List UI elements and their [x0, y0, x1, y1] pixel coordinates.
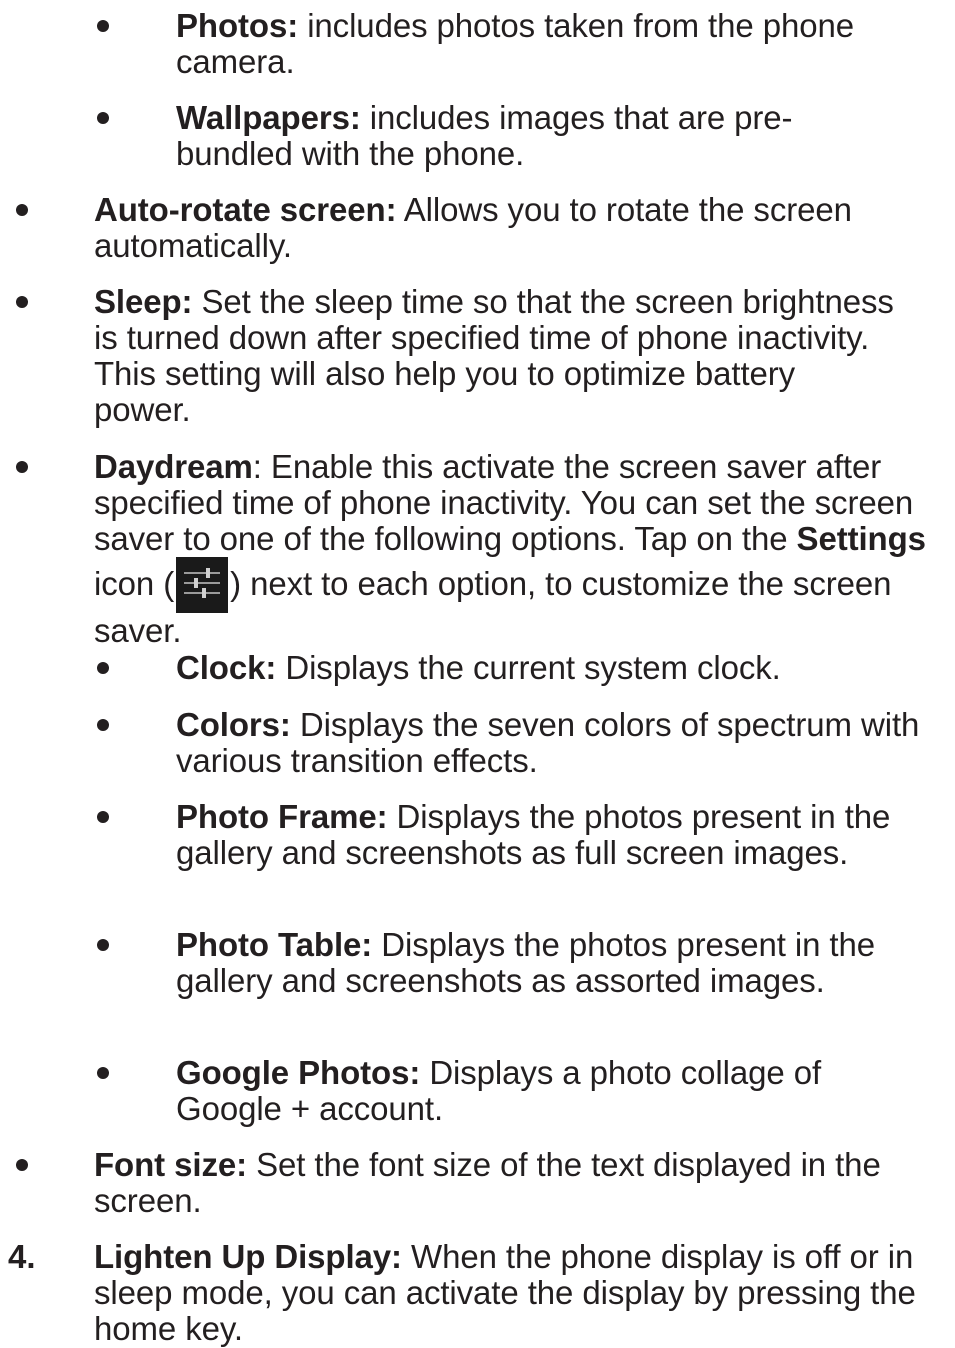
bullet: [16, 1159, 28, 1171]
list-item-photo-frame: Photo Frame: Displays the photos present…: [176, 799, 896, 871]
settings-word: Settings: [796, 520, 926, 557]
list-item-clock: Clock: Displays the current system clock…: [176, 650, 946, 686]
bullet: [97, 939, 109, 951]
item-text: icon (: [94, 565, 175, 602]
list-item-daydream: Daydream: Enable this activate the scree…: [94, 449, 949, 649]
bullet: [16, 296, 28, 308]
bullet: [97, 719, 109, 731]
settings-sliders-icon: [176, 557, 229, 613]
item-label: Sleep:: [94, 283, 193, 320]
list-item-auto-rotate: Auto-rotate screen: Allows you to rotate…: [94, 192, 949, 264]
item-label: Lighten Up Display:: [94, 1238, 402, 1275]
bullet: [16, 204, 28, 216]
item-text: Set the sleep time so that the screen br…: [94, 283, 894, 428]
item-label: Photo Frame:: [176, 798, 388, 835]
document-page: Photos: includes photos taken from the p…: [0, 0, 955, 1348]
item-label: Daydream: [94, 448, 253, 485]
bullet: [97, 662, 109, 674]
list-item-font-size: Font size: Set the font size of the text…: [94, 1147, 924, 1219]
list-item-photos: Photos: includes photos taken from the p…: [176, 8, 946, 80]
item-label: Photo Table:: [176, 926, 373, 963]
list-item-colors: Colors: Displays the seven colors of spe…: [176, 707, 946, 779]
item-label: Photos:: [176, 7, 299, 44]
item-label: Auto-rotate screen:: [94, 191, 397, 228]
bullet: [97, 1067, 109, 1079]
list-item-wallpapers: Wallpapers: includes images that are pre…: [176, 100, 876, 172]
item-label: Google Photos:: [176, 1054, 421, 1091]
bullet: [97, 20, 109, 32]
bullet: [97, 112, 109, 124]
bullet: [97, 811, 109, 823]
bullet: [16, 461, 28, 473]
list-item-sleep: Sleep: Set the sleep time so that the sc…: [94, 284, 894, 428]
item-text: Displays the current system clock.: [276, 649, 781, 686]
list-item-lighten-up-display: Lighten Up Display: When the phone displ…: [94, 1239, 934, 1347]
item-label: Font size:: [94, 1146, 247, 1183]
list-item-photo-table: Photo Table: Displays the photos present…: [176, 927, 896, 999]
item-label: Clock:: [176, 649, 277, 686]
step-number: 4.: [8, 1238, 36, 1275]
item-label: Wallpapers:: [176, 99, 361, 136]
list-item-google-photos: Google Photos: Displays a photo collage …: [176, 1055, 916, 1127]
item-label: Colors:: [176, 706, 291, 743]
